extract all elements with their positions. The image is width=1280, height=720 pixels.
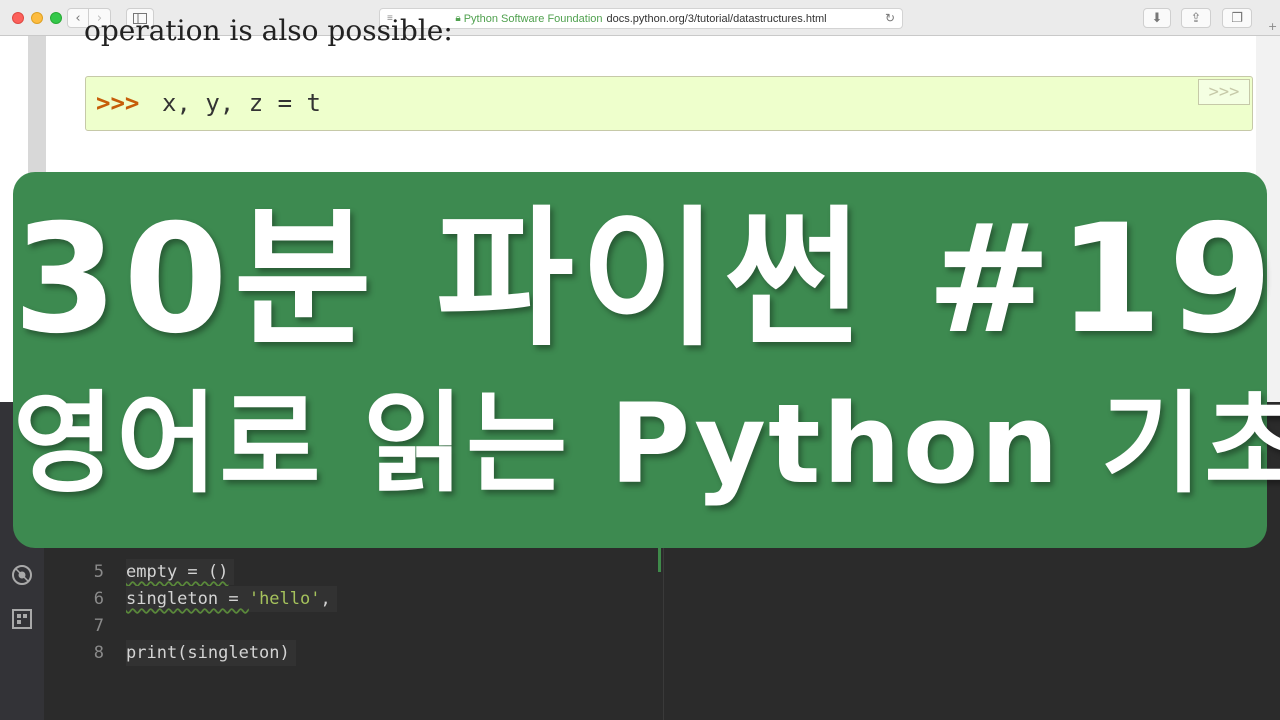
toggle-prompt-button[interactable]: >>>: [1198, 79, 1250, 105]
lock-icon: 🔒︎: [455, 13, 461, 24]
code-text: x, y, z = t: [162, 89, 321, 117]
share-button[interactable]: ⇪: [1181, 8, 1211, 28]
share-icon: ⇪: [1190, 10, 1202, 26]
code-example: >>> x, y, z = t >>>: [85, 76, 1253, 131]
line-number: 6: [93, 589, 104, 609]
code-line[interactable]: 5 empty = (): [44, 559, 654, 585]
extensions-icon[interactable]: [10, 608, 34, 632]
title-banner: 30분 파이썬 #19 영어로 읽는 Python 기초: [13, 172, 1280, 548]
code-token: ,: [320, 589, 331, 609]
line-text: singleton = 'hello',: [126, 586, 337, 612]
close-window-button[interactable]: [12, 12, 24, 24]
code-line[interactable]: 7: [44, 613, 654, 639]
tab-overview-button[interactable]: ❐: [1222, 8, 1252, 28]
minimize-window-button[interactable]: [31, 12, 43, 24]
doc-paragraph: operation is also possible:: [84, 14, 453, 47]
zoom-window-button[interactable]: [50, 12, 62, 24]
reload-icon[interactable]: ↻: [885, 11, 895, 25]
url-text: docs.python.org/3/tutorial/datastructure…: [606, 12, 827, 25]
download-icon: ⬇: [1151, 10, 1163, 26]
repl-prompt: >>>: [96, 89, 140, 117]
banner-title: 30분 파이썬 #19: [13, 193, 1279, 367]
line-text: empty = (): [126, 559, 235, 585]
line-number: 7: [93, 616, 104, 636]
debug-icon[interactable]: [10, 564, 34, 588]
code-line[interactable]: 6 singleton = 'hello',: [44, 586, 654, 612]
code-token: singleton =: [126, 589, 249, 609]
line-number: 5: [93, 562, 104, 582]
downloads-button[interactable]: ⬇: [1143, 8, 1171, 28]
site-owner-label: Python Software Foundation: [463, 12, 603, 25]
address-bar[interactable]: ≡ 🔒︎ Python Software Foundation docs.pyt…: [379, 8, 903, 29]
banner-subtitle: 영어로 읽는 Python 기초: [13, 380, 1280, 508]
tabs-icon: ❐: [1231, 10, 1243, 26]
line-number: 8: [93, 643, 104, 663]
code-line[interactable]: 8 print(singleton): [44, 640, 654, 666]
string-literal: 'hello': [248, 589, 321, 609]
new-tab-icon[interactable]: +: [1268, 20, 1277, 33]
line-text: print(singleton): [126, 640, 296, 666]
chevron-left-icon: ‹: [75, 10, 81, 26]
